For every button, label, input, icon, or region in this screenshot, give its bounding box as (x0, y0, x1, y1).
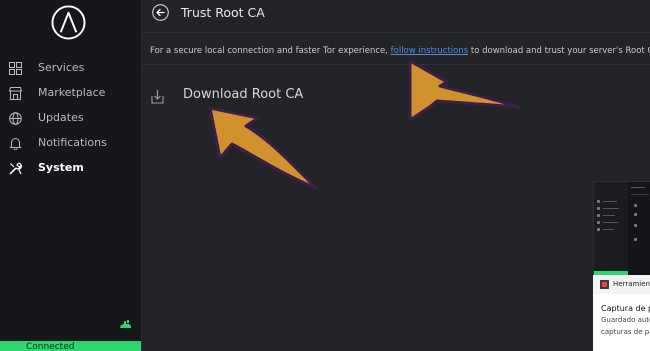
sidebar-item-notifications[interactable]: Notifications (0, 131, 141, 156)
sidebar-item-updates[interactable]: Updates (0, 106, 141, 131)
tools-icon (9, 162, 22, 175)
description-text-start: For a secure local connection and faster… (150, 46, 391, 56)
sidebar-item-label: Services (38, 61, 85, 74)
sidebar-item-label: System (38, 161, 84, 174)
thumbnail-nav-line (603, 222, 618, 223)
toast-title: Captura de pa (601, 304, 650, 313)
thumbnail-nav-dot (597, 214, 600, 217)
sidebar-item-services[interactable]: Services (0, 56, 141, 81)
thumbnail-nav-dot (597, 200, 600, 203)
window-preview-thumbnail[interactable] (593, 181, 650, 277)
store-icon (9, 87, 22, 100)
connection-status-label: Connected (26, 342, 75, 351)
sidebar-item-label: Notifications (38, 136, 107, 149)
sidebar-item-label: Marketplace (38, 86, 106, 99)
thumbnail-nav-dot (597, 221, 600, 224)
follow-instructions-link[interactable]: follow instructions (391, 46, 469, 56)
toast-body-line1: Guardado auto (601, 316, 650, 324)
download-icon (151, 90, 164, 104)
thumbnail-title-line (631, 187, 645, 188)
download-root-ca-label: Download Root CA (183, 87, 304, 102)
toast-app-name: Herramienta (613, 280, 650, 288)
snipping-tool-icon (600, 280, 609, 289)
connection-icon (120, 320, 131, 328)
thumbnail-nav-dot (597, 228, 600, 231)
thumbnail-nav-line (603, 208, 619, 209)
download-root-ca-item[interactable]: Download Root CA (142, 80, 650, 114)
connection-status-bar: Connected (0, 341, 141, 351)
grid-icon (9, 62, 22, 75)
sidebar-item-system[interactable]: System (0, 156, 141, 181)
description-divider (142, 64, 650, 65)
thumbnail-nav-line (603, 201, 617, 202)
thumbnail-nav-line (603, 229, 614, 230)
thumbnail-row-dot (634, 238, 637, 241)
header-divider (142, 32, 650, 33)
description-text: For a secure local connection and faster… (150, 46, 650, 56)
screenshot-notification-toast[interactable]: Herramienta Captura de pa Guardado auto … (593, 275, 650, 351)
main-panel: Trust Root CA For a secure local connect… (142, 0, 650, 351)
toast-body-line2: capturas de pa (601, 328, 650, 336)
thumbnail-row-dot (634, 224, 637, 227)
bell-icon (9, 138, 22, 150)
thumbnail-divider (631, 194, 649, 195)
back-arrow-icon[interactable] (152, 4, 169, 21)
page-title: Trust Root CA (181, 5, 265, 20)
logo-icon[interactable] (51, 5, 86, 40)
sidebar: Services Marketplace Updates Notificatio… (0, 0, 142, 351)
description-text-end: to download and trust your server's Root… (470, 46, 650, 56)
sidebar-item-label: Updates (38, 111, 84, 124)
thumbnail-nav-line (603, 215, 615, 216)
thumbnail-row-dot (634, 213, 637, 216)
globe-icon (9, 112, 22, 125)
sidebar-item-marketplace[interactable]: Marketplace (0, 81, 141, 106)
thumbnail-nav-dot (597, 207, 600, 210)
thumbnail-row-dot (634, 204, 637, 207)
